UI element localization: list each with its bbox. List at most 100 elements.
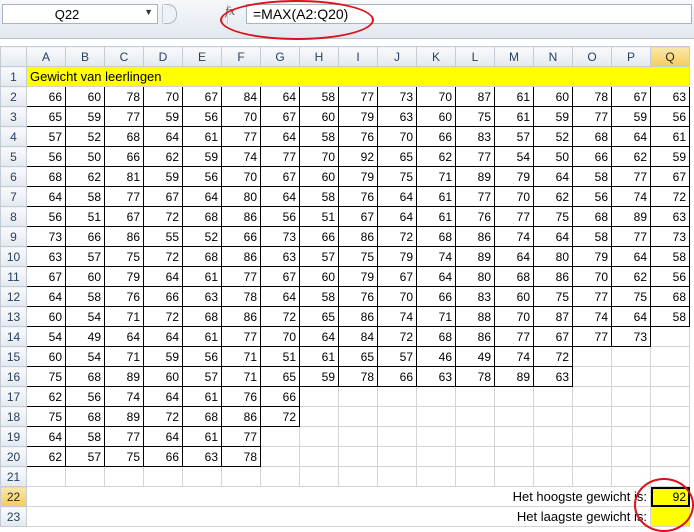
cell-f7[interactable]: 80 <box>221 186 261 207</box>
cell-q14[interactable] <box>650 326 690 347</box>
cell-d8[interactable]: 72 <box>143 206 183 227</box>
cell-f3[interactable]: 70 <box>221 106 261 127</box>
cell-k13[interactable]: 71 <box>416 306 456 327</box>
column-header-e[interactable]: E <box>182 46 222 67</box>
cell-a20[interactable]: 62 <box>26 446 66 467</box>
cell-i19[interactable] <box>338 426 378 447</box>
cell-l4[interactable]: 83 <box>455 126 495 147</box>
cell-m18[interactable] <box>494 406 534 427</box>
cell-p10[interactable]: 64 <box>611 246 651 267</box>
cell-n10[interactable]: 80 <box>533 246 573 267</box>
column-header-n[interactable]: N <box>533 46 573 67</box>
row-header-13[interactable]: 13 <box>0 306 27 327</box>
cell-i2[interactable]: 77 <box>338 86 378 107</box>
cell-o8[interactable]: 68 <box>572 206 612 227</box>
cell-i15[interactable]: 65 <box>338 346 378 367</box>
cell-g12[interactable]: 64 <box>260 286 300 307</box>
cell-o9[interactable]: 58 <box>572 226 612 247</box>
cell-p19[interactable] <box>611 426 651 447</box>
cell-j19[interactable] <box>377 426 417 447</box>
cell-h9[interactable]: 66 <box>299 226 339 247</box>
cell-j9[interactable]: 72 <box>377 226 417 247</box>
cell-h17[interactable] <box>299 386 339 407</box>
cell-a12[interactable]: 64 <box>26 286 66 307</box>
cell-o18[interactable] <box>572 406 612 427</box>
cell-k6[interactable]: 71 <box>416 166 456 187</box>
cell-h19[interactable] <box>299 426 339 447</box>
cell-o6[interactable]: 58 <box>572 166 612 187</box>
cell-q10[interactable]: 58 <box>650 246 690 267</box>
cell-n13[interactable]: 87 <box>533 306 573 327</box>
cell-d10[interactable]: 72 <box>143 246 183 267</box>
cell-e13[interactable]: 68 <box>182 306 222 327</box>
cell-i4[interactable]: 76 <box>338 126 378 147</box>
cell-p17[interactable] <box>611 386 651 407</box>
cell-i7[interactable]: 76 <box>338 186 378 207</box>
cell-d9[interactable]: 55 <box>143 226 183 247</box>
cell-m16[interactable]: 89 <box>494 366 534 387</box>
cell-b9[interactable]: 66 <box>65 226 105 247</box>
cell-g13[interactable]: 72 <box>260 306 300 327</box>
cell-c6[interactable]: 81 <box>104 166 144 187</box>
cell-f11[interactable]: 77 <box>221 266 261 287</box>
cell-f2[interactable]: 84 <box>221 86 261 107</box>
cell-b19[interactable]: 58 <box>65 426 105 447</box>
column-header-d[interactable]: D <box>143 46 183 67</box>
cell-n20[interactable] <box>533 446 573 467</box>
cell-p18[interactable] <box>611 406 651 427</box>
cell-k4[interactable]: 66 <box>416 126 456 147</box>
cell-c3[interactable]: 77 <box>104 106 144 127</box>
row-header-10[interactable]: 10 <box>0 246 27 267</box>
column-header-h[interactable]: H <box>299 46 339 67</box>
cell-a10[interactable]: 63 <box>26 246 66 267</box>
cell-h13[interactable]: 65 <box>299 306 339 327</box>
cell-k18[interactable] <box>416 406 456 427</box>
cell-h12[interactable]: 58 <box>299 286 339 307</box>
cell-l17[interactable] <box>455 386 495 407</box>
cell-e17[interactable]: 61 <box>182 386 222 407</box>
cell-g14[interactable]: 70 <box>260 326 300 347</box>
cell-n5[interactable]: 50 <box>533 146 573 167</box>
cell-e11[interactable]: 61 <box>182 266 222 287</box>
cell-h3[interactable]: 60 <box>299 106 339 127</box>
cell-j7[interactable]: 64 <box>377 186 417 207</box>
cell-g15[interactable]: 51 <box>260 346 300 367</box>
cell-h8[interactable]: 51 <box>299 206 339 227</box>
cell-c18[interactable]: 89 <box>104 406 144 427</box>
cell-c19[interactable]: 77 <box>104 426 144 447</box>
cell-l21[interactable] <box>455 466 495 487</box>
cell-k14[interactable]: 68 <box>416 326 456 347</box>
cell-i14[interactable]: 84 <box>338 326 378 347</box>
cell-b18[interactable]: 68 <box>65 406 105 427</box>
cell-n14[interactable]: 67 <box>533 326 573 347</box>
cell-e16[interactable]: 57 <box>182 366 222 387</box>
row-header-21[interactable]: 21 <box>0 466 27 487</box>
cell-c7[interactable]: 77 <box>104 186 144 207</box>
row-header-18[interactable]: 18 <box>0 406 27 427</box>
cell-j2[interactable]: 73 <box>377 86 417 107</box>
cell-c21[interactable] <box>104 466 144 487</box>
cell-m12[interactable]: 60 <box>494 286 534 307</box>
cell-n2[interactable]: 60 <box>533 86 573 107</box>
cell-d2[interactable]: 70 <box>143 86 183 107</box>
min-weight-cell[interactable] <box>650 506 690 527</box>
cell-d4[interactable]: 64 <box>143 126 183 147</box>
cell-m11[interactable]: 68 <box>494 266 534 287</box>
column-header-p[interactable]: P <box>611 46 651 67</box>
cell-j11[interactable]: 67 <box>377 266 417 287</box>
cell-a3[interactable]: 65 <box>26 106 66 127</box>
formula-input[interactable]: =MAX(A2:Q20) <box>246 4 692 24</box>
cell-q9[interactable]: 73 <box>650 226 690 247</box>
column-header-l[interactable]: L <box>455 46 495 67</box>
cell-q11[interactable]: 56 <box>650 266 690 287</box>
cell-o13[interactable]: 74 <box>572 306 612 327</box>
cell-h11[interactable]: 60 <box>299 266 339 287</box>
cell-f4[interactable]: 77 <box>221 126 261 147</box>
cell-k17[interactable] <box>416 386 456 407</box>
cell-j18[interactable] <box>377 406 417 427</box>
cell-n17[interactable] <box>533 386 573 407</box>
cell-n4[interactable]: 52 <box>533 126 573 147</box>
cell-l9[interactable]: 86 <box>455 226 495 247</box>
cell-o11[interactable]: 70 <box>572 266 612 287</box>
cell-h14[interactable]: 64 <box>299 326 339 347</box>
